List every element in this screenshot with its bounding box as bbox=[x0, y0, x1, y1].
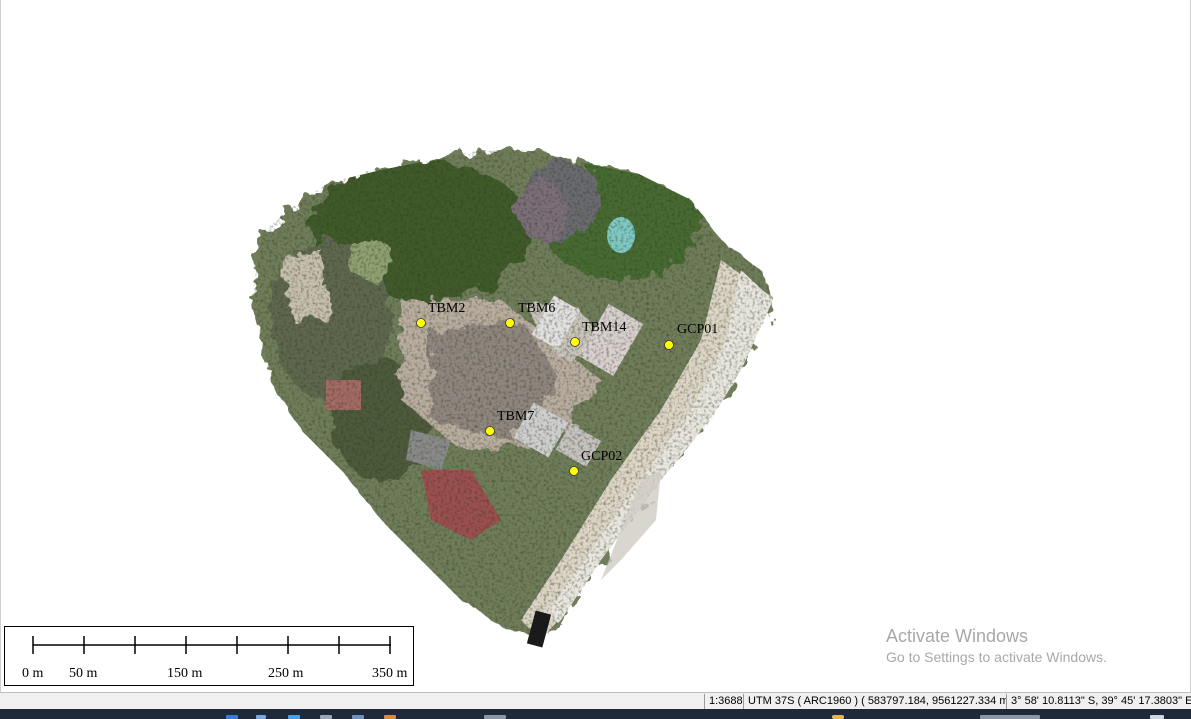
taskbar-app-icon[interactable] bbox=[320, 715, 332, 719]
map-scale-readout[interactable]: 1:3688 bbox=[704, 694, 745, 709]
taskbar-app-icon[interactable] bbox=[352, 715, 364, 719]
gcp-marker-gcp01[interactable] bbox=[664, 340, 674, 350]
gcp-marker-gcp02[interactable] bbox=[569, 466, 579, 476]
gcp-marker-tbm2[interactable] bbox=[416, 318, 426, 328]
taskbar-app-icon[interactable] bbox=[384, 715, 396, 719]
watermark-subtitle: Go to Settings to activate Windows. bbox=[886, 649, 1107, 665]
scale-label-50: 50 m bbox=[69, 666, 98, 681]
scale-bar-graphic: 0 m 50 m 150 m 250 m 350 m bbox=[22, 636, 408, 681]
windows-taskbar bbox=[0, 709, 1191, 719]
taskbar-app-icon[interactable] bbox=[288, 715, 300, 719]
projected-coordinates-readout: UTM 37S ( ARC1960 ) ( 583797.184, 956122… bbox=[743, 694, 1006, 709]
map-canvas[interactable]: TBM2 TBM6 TBM14 GCP01 TBM7 GCP02 bbox=[0, 0, 1191, 692]
scale-label-0: 0 m bbox=[22, 666, 44, 681]
gcp-label-tbm14: TBM14 bbox=[582, 320, 626, 335]
activate-windows-watermark: Activate Windows Go to Settings to activ… bbox=[886, 625, 1107, 667]
status-bar: 1:3688 UTM 37S ( ARC1960 ) ( 583797.184,… bbox=[0, 692, 1191, 709]
scale-label-350: 350 m bbox=[372, 666, 408, 681]
gcp-marker-tbm7[interactable] bbox=[485, 426, 495, 436]
taskbar-app-icon[interactable] bbox=[226, 715, 238, 719]
gcp-label-tbm7: TBM7 bbox=[497, 409, 534, 424]
gcp-marker-tbm6[interactable] bbox=[505, 318, 515, 328]
scale-bar: 0 m 50 m 150 m 250 m 350 m bbox=[4, 626, 414, 686]
watermark-title: Activate Windows bbox=[886, 626, 1029, 646]
scale-label-150: 150 m bbox=[167, 666, 203, 681]
gcp-label-tbm2: TBM2 bbox=[428, 301, 465, 316]
scale-label-250: 250 m bbox=[268, 666, 304, 681]
gcp-marker-tbm14[interactable] bbox=[570, 337, 580, 347]
gcp-label-tbm6: TBM6 bbox=[518, 301, 555, 316]
orthomosaic-image: TBM2 TBM6 TBM14 GCP01 TBM7 GCP02 bbox=[251, 150, 773, 648]
geographic-coordinates-readout: 3° 58' 10.8113" S, 39° 45' 17.3803" E bbox=[1006, 694, 1191, 709]
system-tray-icons[interactable] bbox=[980, 715, 1040, 719]
taskbar-app-icon[interactable] bbox=[832, 715, 844, 719]
notification-icon[interactable] bbox=[1150, 715, 1164, 719]
gcp-label-gcp02: GCP02 bbox=[581, 449, 622, 464]
gcp-label-gcp01: GCP01 bbox=[677, 322, 718, 337]
taskbar-app-icon[interactable] bbox=[484, 715, 506, 719]
taskbar-app-icon[interactable] bbox=[256, 715, 266, 719]
